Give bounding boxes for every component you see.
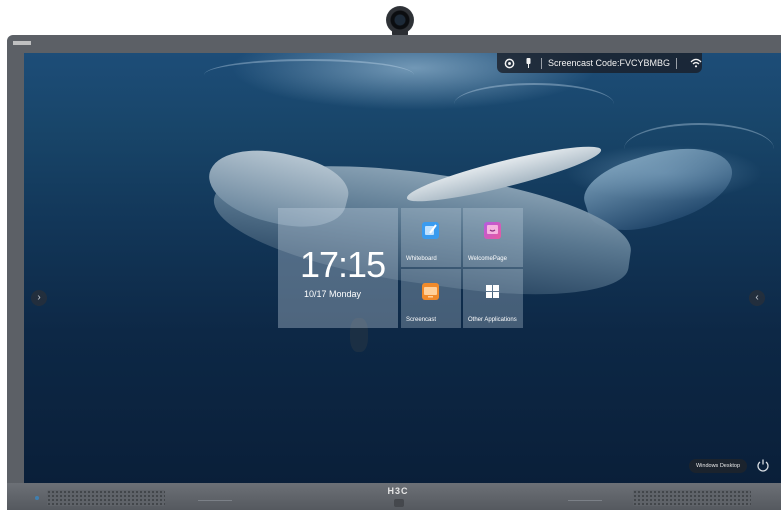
pin-icon[interactable] [522, 56, 535, 70]
bezel-marking [198, 500, 232, 501]
clock-widget: 17:15 10/17 Monday [278, 208, 398, 328]
status-divider [541, 57, 542, 69]
welcome-page-icon [484, 222, 501, 239]
clock-time: 17:15 [300, 244, 386, 285]
chevron-left-icon: ‹ [755, 292, 759, 303]
wifi-icon[interactable] [689, 56, 702, 70]
grid-icon [484, 283, 501, 300]
page-prev-button[interactable]: › [31, 290, 47, 306]
page-next-button[interactable]: ‹ [749, 290, 765, 306]
windows-desktop-button[interactable]: Windows Desktop [689, 459, 747, 473]
app-label: Other Applications [468, 317, 517, 323]
app-label: Whiteboard [406, 256, 437, 262]
hardware-button[interactable] [394, 499, 404, 507]
bezel-marking [568, 500, 602, 501]
bezel-logo [13, 41, 31, 45]
app-tile-other-applications[interactable]: Other Applications [463, 269, 523, 328]
speaker-grille-left [47, 490, 165, 506]
water-ripple [204, 59, 414, 91]
screencast-icon [422, 283, 439, 300]
status-divider [676, 57, 677, 69]
indicator-led [35, 496, 39, 500]
status-bar: Screencast Code:FVCYBMBG [497, 53, 702, 73]
app-tile-welcome-page[interactable]: WelcomePage [463, 208, 523, 267]
screencast-code: Screencast Code:FVCYBMBG [548, 58, 671, 68]
app-label: Screencast [406, 317, 437, 323]
app-label: WelcomePage [468, 256, 507, 262]
display-screen: Screencast Code:FVCYBMBG › ‹ 17:15 10/17… [24, 53, 781, 483]
water-ripple [454, 83, 614, 125]
app-tile-whiteboard[interactable]: Whiteboard [401, 208, 461, 267]
speaker-grille-right [633, 490, 751, 506]
brand-logo: H3C [387, 486, 409, 496]
settings-icon[interactable] [503, 56, 516, 70]
whiteboard-icon [422, 222, 439, 239]
chevron-right-icon: › [37, 292, 41, 303]
app-tile-screencast[interactable]: Screencast [401, 269, 461, 328]
clock-date: 10/17 Monday [304, 289, 362, 299]
power-icon[interactable] [756, 458, 770, 472]
